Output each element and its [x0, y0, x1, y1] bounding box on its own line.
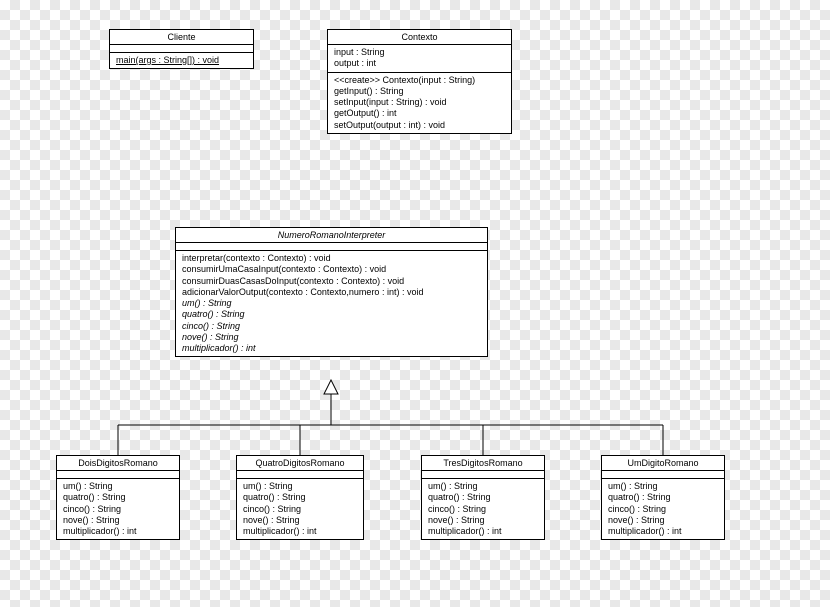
op: quatro() : String [428, 492, 538, 503]
op: getInput() : String [334, 86, 505, 97]
op: cinco() : String [243, 504, 357, 515]
uml-class-interpreter: NumeroRomanoInterpreter interpretar(cont… [175, 227, 488, 357]
class-attrs: input : String output : int [328, 45, 511, 73]
op: nove() : String [243, 515, 357, 526]
op: quatro() : String [63, 492, 173, 503]
class-attrs [237, 471, 363, 479]
op: main(args : String[]) : void [116, 55, 247, 66]
op: um() : String [428, 481, 538, 492]
op: cinco() : String [428, 504, 538, 515]
op: quatro() : String [182, 309, 481, 320]
generalization-arrowhead [324, 380, 338, 394]
attr: output : int [334, 58, 505, 69]
op: multiplicador() : int [182, 343, 481, 354]
class-ops: <<create>> Contexto(input : String) getI… [328, 73, 511, 133]
op: multiplicador() : int [243, 526, 357, 537]
op: interpretar(contexto : Contexto) : void [182, 253, 481, 264]
uml-class-contexto: Contexto input : String output : int <<c… [327, 29, 512, 134]
class-ops: main(args : String[]) : void [110, 53, 253, 68]
op: nove() : String [608, 515, 718, 526]
class-ops: um() : String quatro() : String cinco() … [602, 479, 724, 539]
op: nove() : String [182, 332, 481, 343]
class-attrs [110, 45, 253, 53]
op: consumirUmaCasaInput(contexto : Contexto… [182, 264, 481, 275]
op: setOutput(output : int) : void [334, 120, 505, 131]
uml-class-quatro: QuatroDigitosRomano um() : String quatro… [236, 455, 364, 540]
class-name: TresDigitosRomano [422, 456, 544, 471]
op: um() : String [243, 481, 357, 492]
class-attrs [422, 471, 544, 479]
op: um() : String [63, 481, 173, 492]
op: cinco() : String [63, 504, 173, 515]
class-ops: um() : String quatro() : String cinco() … [422, 479, 544, 539]
class-attrs [602, 471, 724, 479]
uml-class-tres: TresDigitosRomano um() : String quatro()… [421, 455, 545, 540]
op: cinco() : String [608, 504, 718, 515]
op: cinco() : String [182, 321, 481, 332]
op: um() : String [182, 298, 481, 309]
class-name: NumeroRomanoInterpreter [176, 228, 487, 243]
op: multiplicador() : int [63, 526, 173, 537]
class-name: UmDigitoRomano [602, 456, 724, 471]
uml-class-um: UmDigitoRomano um() : String quatro() : … [601, 455, 725, 540]
class-attrs [57, 471, 179, 479]
class-ops: interpretar(contexto : Contexto) : void … [176, 251, 487, 356]
op: quatro() : String [608, 492, 718, 503]
class-name: QuatroDigitosRomano [237, 456, 363, 471]
op: multiplicador() : int [428, 526, 538, 537]
op: consumirDuasCasasDoInput(contexto : Cont… [182, 276, 481, 287]
attr: input : String [334, 47, 505, 58]
uml-class-dois: DoisDigitosRomano um() : String quatro()… [56, 455, 180, 540]
class-name: Contexto [328, 30, 511, 45]
op: um() : String [608, 481, 718, 492]
op: getOutput() : int [334, 108, 505, 119]
op: adicionarValorOutput(contexto : Contexto… [182, 287, 481, 298]
op: <<create>> Contexto(input : String) [334, 75, 505, 86]
class-ops: um() : String quatro() : String cinco() … [57, 479, 179, 539]
class-ops: um() : String quatro() : String cinco() … [237, 479, 363, 539]
op: multiplicador() : int [608, 526, 718, 537]
class-attrs [176, 243, 487, 251]
op: nove() : String [428, 515, 538, 526]
class-name: Cliente [110, 30, 253, 45]
op: quatro() : String [243, 492, 357, 503]
op: setInput(input : String) : void [334, 97, 505, 108]
class-name: DoisDigitosRomano [57, 456, 179, 471]
op: nove() : String [63, 515, 173, 526]
uml-class-cliente: Cliente main(args : String[]) : void [109, 29, 254, 69]
